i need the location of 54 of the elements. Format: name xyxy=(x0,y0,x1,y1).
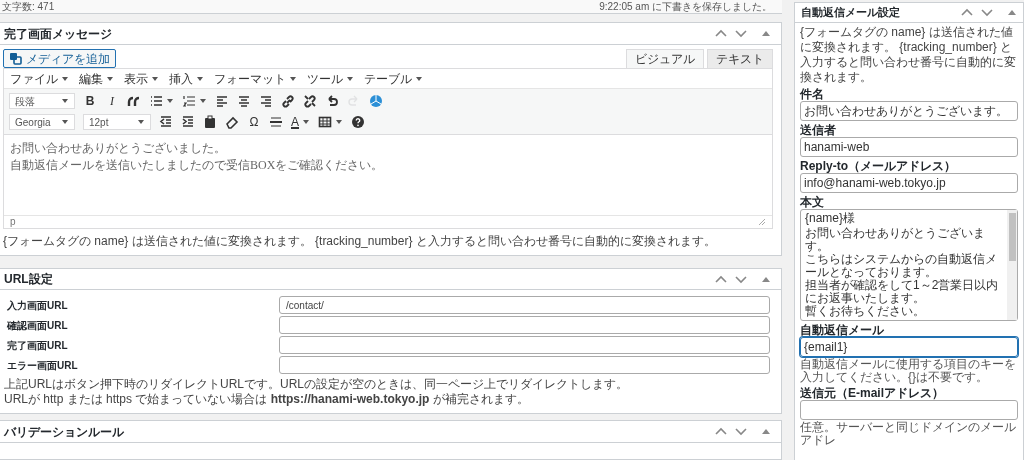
text-line: 担当者が確認をして1～2営業日以内にお返事いたします。 xyxy=(805,279,1000,305)
help-text: 上記URLはボタン押下時のリダイレクトURLです。URLの設定が空のときは、同一ページ上でリダイレクトします。 xyxy=(4,377,630,392)
help-text: {フォームタグの name} は送信された値に変換されます。 {tracking_number} と入力すると問い合わせ番号に自動的に変換されます。 xyxy=(800,25,1017,85)
menu-item[interactable]: 表示 xyxy=(124,69,159,88)
menu-item[interactable]: 編集 xyxy=(79,69,114,88)
toolbar-button[interactable]: Ω xyxy=(247,114,261,130)
field-label: 自動返信メール xyxy=(800,323,885,337)
editor-tab[interactable]: テキスト xyxy=(707,49,773,68)
text-line: {name}様 xyxy=(805,212,857,225)
field-label: 完了画面URL xyxy=(6,338,69,353)
format-select[interactable]: Georgia xyxy=(9,114,75,130)
paragraph: お問い合わせありがとうございました。 xyxy=(10,140,227,157)
text-field[interactable]: お問い合わせありがとうございます。 xyxy=(800,101,1018,121)
editor-tab[interactable]: ビジュアル xyxy=(626,49,704,68)
panel-title: バリデーションルール xyxy=(4,423,124,441)
panel-title: 自動返信メール設定 xyxy=(801,5,900,21)
text-field[interactable]: hanami-web xyxy=(800,137,1018,157)
format-select[interactable]: 段落 xyxy=(9,93,75,109)
field-label: 送信元（E-mailアドレス） xyxy=(800,386,945,400)
toolbar-button[interactable]: I xyxy=(105,93,119,109)
format-select[interactable]: 12pt xyxy=(83,114,151,130)
panel-title: URL設定 xyxy=(4,271,53,288)
menu-item[interactable]: ツール xyxy=(307,69,354,88)
help-text: URLが http または https で始まっていない場合は https://hanami-web.tokyo.jp が補完されます。 xyxy=(4,392,530,407)
help-text: 任意。サーバーと同じドメインのメールアドレ xyxy=(800,421,1017,447)
text-line: こちらはシステムからの自動返信メールとなっております。 xyxy=(805,253,998,279)
field-label: 入力画面URL xyxy=(6,298,69,313)
paragraph: 自動返信メールを送信いたしましたので受信BOXをご確認ください。 xyxy=(10,157,385,174)
text-field[interactable]: /contact/ xyxy=(279,296,770,314)
text-field[interactable]: info@hanami-web.tokyo.jp xyxy=(800,173,1018,193)
save-status: 9:22:05 am に下書きを保存しました。 xyxy=(599,0,773,14)
editor-content[interactable]: お問い合わせありがとうございました。 自動返信メールを送信いたしましたので受信BOXをご確認ください。 xyxy=(4,135,772,215)
word-count: 文字数: 471 xyxy=(2,0,55,14)
help-text: 自動返信メールに使用する項目のキーを入力してください。{}は不要です。 xyxy=(800,358,1017,384)
menu-item[interactable]: テーブル xyxy=(364,69,423,88)
menu-item[interactable]: ファイル xyxy=(10,69,69,88)
element-path: p xyxy=(10,216,16,228)
help-text: {フォームタグの name} は送信された値に変換されます。 {tracking_number} と入力すると問い合わせ番号に自動的に変換されます。 xyxy=(3,234,717,249)
toolbar-button[interactable]: A xyxy=(291,114,310,130)
menu-item[interactable]: 挿入 xyxy=(169,69,204,88)
field-label: エラー画面URL xyxy=(6,358,79,373)
field-label: 件名 xyxy=(800,87,825,101)
menu-item[interactable]: フォーマット xyxy=(214,69,297,88)
text-line: 暫くお待ちください。 xyxy=(805,305,926,318)
panel-title: 完了画面メッセージ xyxy=(4,25,112,43)
toolbar-button[interactable]: B xyxy=(83,93,97,109)
text-line: お問い合わせありがとうございます。 xyxy=(805,227,986,253)
text-field[interactable]: {email1} xyxy=(800,337,1018,357)
field-label: 本文 xyxy=(800,195,825,209)
text-area[interactable]: {name}様 お問い合わせありがとうございます。 こちらはシステムからの自動返信メールとなっております。 担当者が確認をして1～2営業日以内にお返事いたします。 暫くお待ちください。 xyxy=(800,209,1018,321)
add-media-button[interactable]: メディアを追加 xyxy=(3,49,116,68)
field-label: 送信者 xyxy=(800,123,837,137)
field-label: Reply-to（メールアドレス） xyxy=(800,159,957,173)
field-label: 確認画面URL xyxy=(6,318,69,333)
